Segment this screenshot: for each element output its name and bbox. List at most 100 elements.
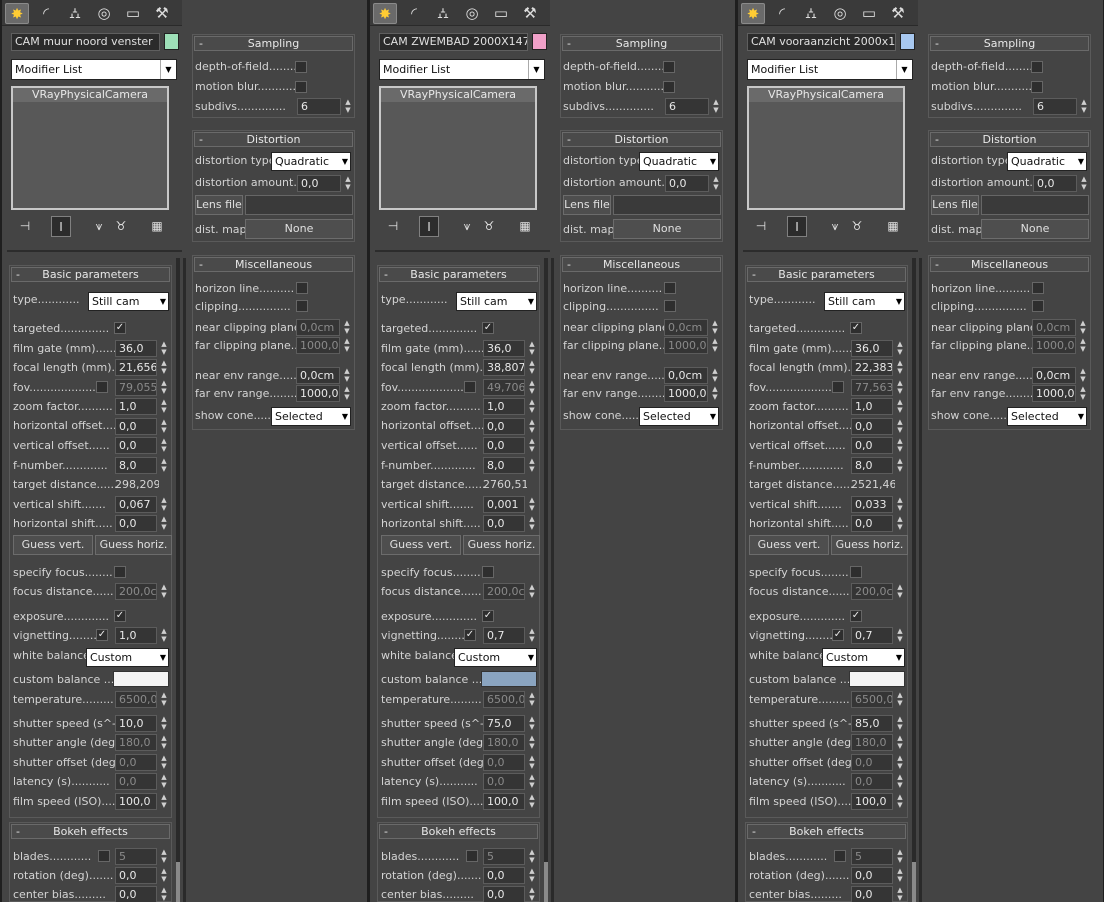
misc-header[interactable]: - Miscellaneous [562, 257, 721, 272]
focus-dist-val-spinner[interactable]: 200,0cm [483, 583, 525, 600]
fnumber-val-spinner[interactable]: 8,0 [483, 457, 525, 474]
far-env-val-spinner[interactable]: 1000,0c [664, 385, 708, 402]
spinner-arrows-icon[interactable]: ▲ ▼ [711, 175, 721, 192]
object-color-swatch[interactable] [164, 33, 179, 50]
specify-focus-checkbox[interactable] [850, 566, 862, 578]
spinner-arrows-icon[interactable]: ▲ ▼ [895, 379, 905, 396]
scrollbar-thumb[interactable] [544, 862, 548, 902]
white-balance-dropdown[interactable]: Custom ▼ [86, 648, 169, 667]
panel-splitter[interactable] [183, 258, 186, 902]
spinner-arrows-icon[interactable]: ▲ ▼ [895, 340, 905, 357]
clipping-checkbox[interactable] [1032, 300, 1044, 312]
make-unique-icon[interactable]: ⩛ [825, 216, 845, 237]
motion-icon[interactable]: ◎ [92, 3, 116, 24]
dist-map-button[interactable]: None [245, 219, 353, 239]
lens-file-path[interactable] [245, 195, 353, 215]
spinner-arrows-icon[interactable]: ▲ ▼ [527, 379, 537, 396]
clipping-checkbox[interactable] [296, 300, 308, 312]
center-bias-val-spinner[interactable]: 0,0 [115, 886, 157, 902]
subdivs-val-spinner[interactable]: 6 [297, 98, 341, 115]
subdivs-val-spinner[interactable]: 6 [1033, 98, 1077, 115]
modifier-list-dropdown[interactable]: Modifier List ▼ [379, 59, 545, 80]
spinner-arrows-icon[interactable]: ▲ ▼ [527, 437, 537, 454]
far-env-val-spinner[interactable]: 1000,0c [296, 385, 340, 402]
spinner-arrows-icon[interactable]: ▲ ▼ [527, 457, 537, 474]
h-shift-val-spinner[interactable]: 0,0 [115, 515, 157, 532]
spinner-arrows-icon[interactable]: ▲ ▼ [527, 627, 537, 644]
display-icon[interactable]: ▭ [121, 3, 145, 24]
lens-file-path[interactable] [613, 195, 721, 215]
dof-checkbox[interactable] [1031, 61, 1043, 73]
zoom-val-spinner[interactable]: 1,0 [851, 398, 893, 415]
spinner-arrows-icon[interactable]: ▲ ▼ [527, 715, 537, 732]
latency-val-spinner[interactable]: 0,0 [483, 773, 525, 790]
spinner-arrows-icon[interactable]: ▲ ▼ [342, 319, 352, 336]
near-clip-val-spinner[interactable]: 0,0cm [664, 319, 708, 336]
spinner-arrows-icon[interactable]: ▲ ▼ [527, 886, 537, 902]
bokeh-header[interactable]: - Bokeh effects [11, 824, 170, 839]
spinner-arrows-icon[interactable]: ▲ ▼ [527, 418, 537, 435]
zoom-val-spinner[interactable]: 1,0 [115, 398, 157, 415]
fov-val-spinner[interactable]: 77,563 [851, 379, 893, 396]
pin-stack-icon[interactable]: ⊣ [15, 216, 35, 237]
misc-header[interactable]: - Miscellaneous [194, 257, 353, 272]
vignetting-val-spinner[interactable]: 1,0 [115, 627, 157, 644]
utilities-icon[interactable]: ⚒ [518, 3, 542, 24]
vignetting-val-spinner[interactable]: 0,7 [483, 627, 525, 644]
create-icon[interactable]: ✸ [5, 3, 29, 24]
spinner-arrows-icon[interactable]: ▲ ▼ [710, 385, 720, 402]
v-shift-val-spinner[interactable]: 0,001 [483, 496, 525, 513]
focus-dist-val-spinner[interactable]: 200,0cm [851, 583, 893, 600]
white-balance-dropdown[interactable]: Custom ▼ [822, 648, 905, 667]
far-clip-val-spinner[interactable]: 1000,0c [296, 337, 340, 354]
spinner-arrows-icon[interactable]: ▲ ▼ [343, 175, 353, 192]
fov-val-spinner[interactable]: 49,706 [483, 379, 525, 396]
show-cone-dropdown[interactable]: Selected ▼ [271, 407, 351, 426]
spinner-arrows-icon[interactable]: ▲ ▼ [159, 734, 169, 751]
spinner-arrows-icon[interactable]: ▲ ▼ [895, 418, 905, 435]
blades-val-spinner[interactable]: 5 [483, 848, 525, 865]
film-gate-val-spinner[interactable]: 36,0 [115, 340, 157, 357]
spinner-arrows-icon[interactable]: ▲ ▼ [159, 754, 169, 771]
spinner-arrows-icon[interactable]: ▲ ▼ [159, 496, 169, 513]
near-clip-val-spinner[interactable]: 0,0cm [1032, 319, 1076, 336]
v-offset-val-spinner[interactable]: 0,0 [115, 437, 157, 454]
spinner-arrows-icon[interactable]: ▲ ▼ [895, 457, 905, 474]
utilities-icon[interactable]: ⚒ [886, 3, 910, 24]
spinner-arrows-icon[interactable]: ▲ ▼ [895, 793, 905, 810]
film-speed-val-spinner[interactable]: 100,0 [483, 793, 525, 810]
center-bias-val-spinner[interactable]: 0,0 [851, 886, 893, 902]
vignetting-checkbox[interactable]: ✓ [832, 629, 844, 641]
h-offset-val-spinner[interactable]: 0,0 [115, 418, 157, 435]
dof-checkbox[interactable] [663, 61, 675, 73]
temperature-val-spinner[interactable]: 6500,0 [851, 691, 893, 708]
configure-sets-icon[interactable]: ▦ [883, 216, 903, 237]
guess-vert-button[interactable]: Guess vert. [749, 535, 829, 555]
targeted-checkbox[interactable]: ✓ [482, 322, 494, 334]
v-offset-val-spinner[interactable]: 0,0 [483, 437, 525, 454]
h-shift-val-spinner[interactable]: 0,0 [483, 515, 525, 532]
fov-checkbox[interactable] [464, 381, 476, 393]
hierarchy-icon[interactable]: ⛼ [63, 3, 87, 24]
near-env-val-spinner[interactable]: 0,0cm [1032, 367, 1076, 384]
guess-horiz-button[interactable]: Guess horiz. [831, 535, 908, 555]
display-icon[interactable]: ▭ [489, 3, 513, 24]
spinner-arrows-icon[interactable]: ▲ ▼ [895, 437, 905, 454]
hierarchy-icon[interactable]: ⛼ [431, 3, 455, 24]
spinner-arrows-icon[interactable]: ▲ ▼ [527, 793, 537, 810]
bokeh-header[interactable]: - Bokeh effects [747, 824, 906, 839]
camera-type-dropdown[interactable]: Still cam ▼ [824, 292, 905, 311]
modifier-list-dropdown[interactable]: Modifier List ▼ [11, 59, 177, 80]
distortion-type-dropdown[interactable]: Quadratic ▼ [639, 152, 719, 171]
spinner-arrows-icon[interactable]: ▲ ▼ [711, 98, 721, 115]
guess-vert-button[interactable]: Guess vert. [381, 535, 461, 555]
spinner-arrows-icon[interactable]: ▲ ▼ [895, 496, 905, 513]
show-end-result-icon[interactable]: I [787, 216, 807, 237]
white-balance-dropdown[interactable]: Custom ▼ [454, 648, 537, 667]
fov-checkbox[interactable] [832, 381, 844, 393]
spinner-arrows-icon[interactable]: ▲ ▼ [527, 754, 537, 771]
pin-stack-icon[interactable]: ⊣ [383, 216, 403, 237]
spinner-arrows-icon[interactable]: ▲ ▼ [895, 773, 905, 790]
spinner-arrows-icon[interactable]: ▲ ▼ [527, 515, 537, 532]
fov-val-spinner[interactable]: 79,055 [115, 379, 157, 396]
